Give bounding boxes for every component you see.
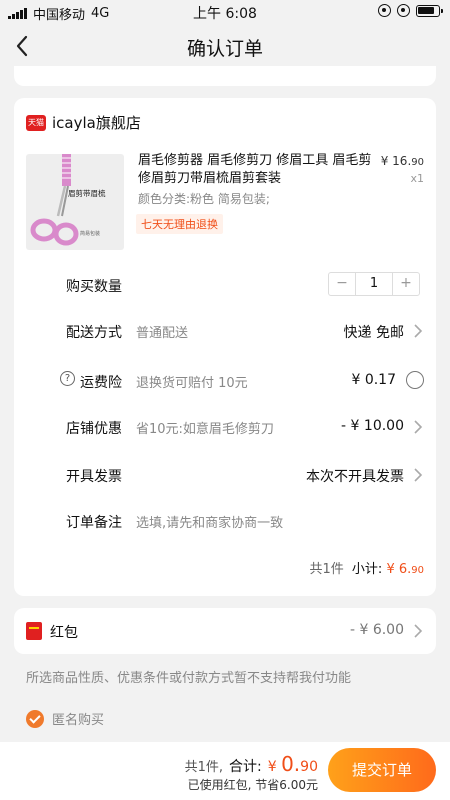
address-card[interactable] xyxy=(14,66,436,86)
return-policy-badge: 七天无理由退换 xyxy=(136,214,223,234)
subtotal-label: 小计: xyxy=(351,562,383,577)
insurance-row: ? 运费险 退换货可赔付 10元 ¥ 0.17 xyxy=(14,366,436,396)
total-amount: ¥ 0.90 xyxy=(268,752,318,776)
product-variant: 颜色分类:粉色 简易包装; xyxy=(138,192,270,206)
price-dec: 90 xyxy=(411,157,424,168)
invoice-value: 本次不开具发票 xyxy=(306,469,404,485)
quantity-input[interactable]: 1 xyxy=(355,273,393,295)
anonymous-option[interactable]: 匿名购买 xyxy=(26,709,104,728)
subtotal-symbol: ¥ xyxy=(386,562,395,577)
discount-label: 店铺优惠 xyxy=(66,421,122,437)
hongbao-label: 红包 xyxy=(50,625,78,641)
chevron-right-icon xyxy=(412,419,424,435)
hongbao-value: - ¥ 6.00 xyxy=(349,622,404,638)
submit-order-button[interactable]: 提交订单 xyxy=(328,748,436,792)
alarm-icon xyxy=(397,4,410,17)
status-bar: 中国移动 4G 上午 6:08 xyxy=(0,0,450,24)
nav-bar: 确认订单 xyxy=(0,24,450,68)
tmall-icon: 天猫 xyxy=(26,114,46,131)
total-int: 0. xyxy=(281,752,301,776)
battery-icon xyxy=(416,4,443,17)
red-packet-icon xyxy=(26,622,42,640)
discount-desc: 省10元:如意眉毛修剪刀 xyxy=(136,422,274,437)
anonymous-label: 匿名购买 xyxy=(52,713,105,728)
price-symbol: ¥ xyxy=(380,154,389,168)
help-icon[interactable]: ? xyxy=(60,371,75,386)
insurance-radio[interactable] xyxy=(406,371,424,389)
product-image-label: 眉剪带眉梳 xyxy=(68,189,106,198)
decrease-button[interactable]: − xyxy=(329,273,355,295)
insurance-label: 运费险 xyxy=(80,375,122,391)
order-card: 天猫 icayla旗舰店 眉剪带眉梳 简易包装 眉毛修剪器 眉毛修剪刀 修眉工具… xyxy=(14,98,436,596)
price-int: 16. xyxy=(392,154,412,168)
status-right xyxy=(378,4,443,17)
checkbox-checked-icon[interactable] xyxy=(26,709,44,728)
chevron-right-icon xyxy=(412,623,424,639)
total-symbol: ¥ xyxy=(267,759,277,775)
hongbao-card[interactable]: 红包 - ¥ 6.00 xyxy=(14,608,436,654)
product-image[interactable]: 眉剪带眉梳 简易包装 xyxy=(26,154,124,250)
total-label: 合计: xyxy=(228,759,262,775)
store-name: icayla旗舰店 xyxy=(52,114,141,132)
chevron-right-icon xyxy=(412,323,424,339)
insurance-desc: 退换货可赔付 10元 xyxy=(136,376,248,391)
quantity-stepper: − 1 + xyxy=(328,272,420,296)
increase-button[interactable]: + xyxy=(393,273,419,295)
savings-text: 已使用红包, 节省6.00元 xyxy=(187,778,318,792)
invoice-row[interactable]: 开具发票 本次不开具发票 xyxy=(14,460,436,490)
note-input[interactable]: 选填,请先和商家协商一致 xyxy=(136,512,283,531)
subtotal-int: 6. xyxy=(398,562,412,577)
delivery-row[interactable]: 配送方式 普通配送 快递 免邮 xyxy=(14,316,436,346)
note-row: 订单备注 选填,请先和商家协商一致 xyxy=(14,506,436,536)
total-dec: 90 xyxy=(300,759,318,775)
product-quantity: x1 xyxy=(410,172,424,185)
product-title[interactable]: 眉毛修剪器 眉毛修剪刀 修眉工具 眉毛剪 修眉剪刀带眉梳眉剪套装 xyxy=(138,152,373,188)
product-image-sublabel: 简易包装 xyxy=(80,231,101,237)
subtotal-dec: 90 xyxy=(411,565,424,576)
quantity-label: 购买数量 xyxy=(66,279,122,295)
page-title: 确认订单 xyxy=(186,38,263,60)
quantity-row: 购买数量 − 1 + xyxy=(14,270,436,300)
store-discount-row[interactable]: 店铺优惠 省10元:如意眉毛修剪刀 - ¥ 10.00 xyxy=(14,412,436,442)
total-summary: 共1件, 合计: ¥ 0.90 xyxy=(185,752,318,776)
checkout-bar: 共1件, 合计: ¥ 0.90 已使用红包, 节省6.00元 提交订单 xyxy=(0,742,450,800)
invoice-label: 开具发票 xyxy=(66,469,122,485)
subtotal: 共1件 小计: ¥ 6.90 xyxy=(309,558,424,577)
payment-notice: 所选商品性质、优惠条件或付款方式暂不支持帮我付功能 xyxy=(26,671,352,686)
note-label: 订单备注 xyxy=(66,515,122,531)
scissors-illustration xyxy=(30,154,79,246)
product-price: ¥ 16.90 xyxy=(381,154,424,168)
rotation-lock-icon xyxy=(378,4,391,17)
delivery-method: 普通配送 xyxy=(136,326,189,341)
store-header[interactable]: 天猫 icayla旗舰店 xyxy=(26,112,141,133)
delivery-label: 配送方式 xyxy=(66,325,122,341)
discount-value: - ¥ 10.00 xyxy=(341,418,404,434)
insurance-value: ¥ 0.17 xyxy=(351,372,396,388)
subtotal-count: 共1件 xyxy=(309,562,344,577)
total-count: 共1件, xyxy=(184,760,223,775)
chevron-right-icon xyxy=(412,467,424,483)
delivery-value: 快递 免邮 xyxy=(343,325,404,341)
